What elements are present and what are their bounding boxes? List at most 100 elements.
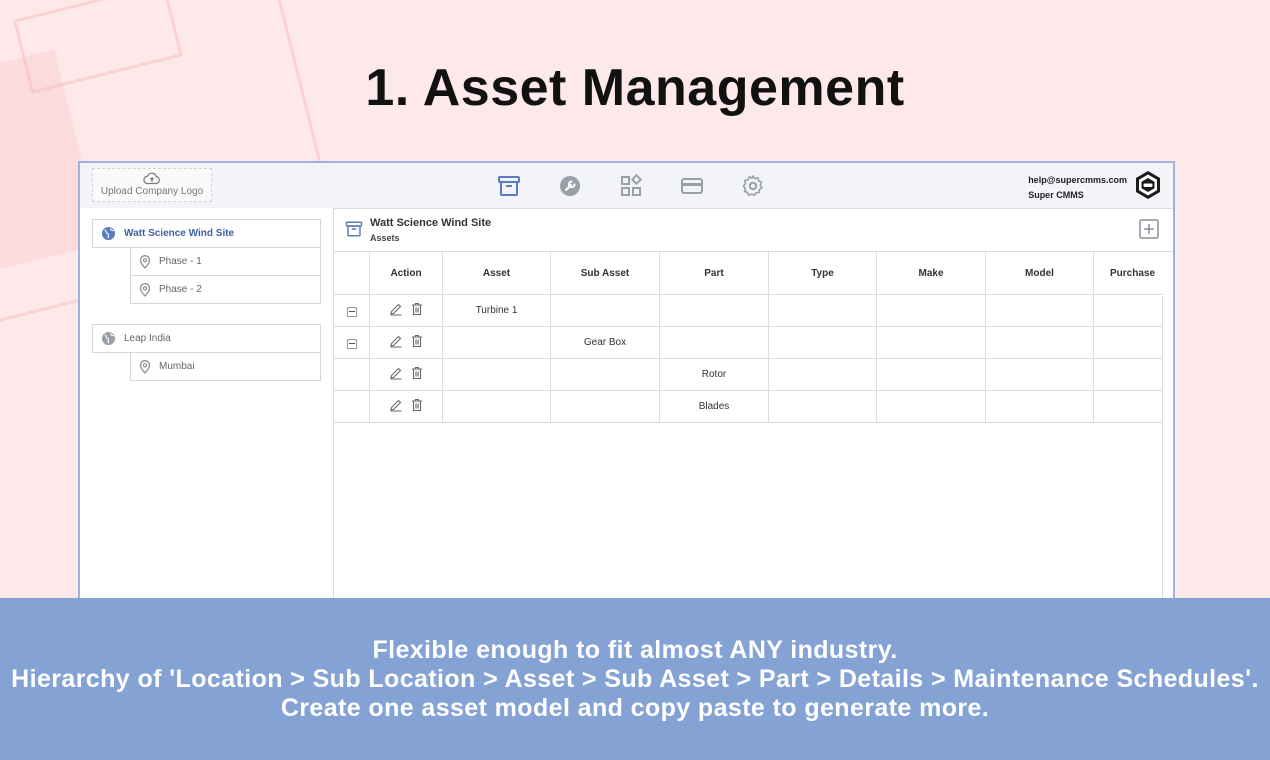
- settings-icon[interactable]: [740, 173, 766, 199]
- sub-asset-cell[interactable]: [550, 294, 660, 327]
- sub-location-label: Mumbai: [159, 361, 195, 372]
- purchase-cell[interactable]: [1093, 326, 1163, 359]
- column-header-type: Type: [768, 251, 877, 295]
- toggle-cell: [333, 358, 370, 391]
- column-header-part: Part: [659, 251, 769, 295]
- purchase-cell[interactable]: [1093, 294, 1163, 327]
- action-cell: [369, 326, 443, 359]
- cloud-upload-icon: [143, 172, 160, 185]
- content-subtitle: Assets: [370, 233, 400, 243]
- location-label: Leap India: [124, 333, 171, 344]
- table-row: Rotor: [333, 358, 1163, 391]
- asset-cell[interactable]: [442, 358, 551, 391]
- content-header: Watt Science Wind Site Assets: [333, 208, 1173, 252]
- billing-icon[interactable]: [679, 173, 705, 199]
- location-pin-icon: [139, 282, 151, 297]
- part-cell[interactable]: Rotor: [659, 358, 769, 391]
- assets-panel: Watt Science Wind Site Assets Action Ass…: [333, 208, 1173, 629]
- add-asset-button[interactable]: [1139, 219, 1159, 239]
- asset-cell[interactable]: [442, 326, 551, 359]
- purchase-cell[interactable]: [1093, 358, 1163, 391]
- edit-icon[interactable]: [389, 366, 403, 380]
- part-cell[interactable]: [659, 326, 769, 359]
- model-cell[interactable]: [985, 294, 1094, 327]
- sub-location-label: Phase - 2: [159, 284, 202, 295]
- location-group: Watt Science Wind Site Phase - 1 Phase -…: [92, 219, 321, 304]
- model-cell[interactable]: [985, 390, 1094, 423]
- location-sidebar: Watt Science Wind Site Phase - 1 Phase -…: [80, 208, 334, 629]
- make-cell[interactable]: [876, 390, 986, 423]
- column-header-make: Make: [876, 251, 986, 295]
- delete-icon[interactable]: [411, 398, 423, 412]
- globe-icon: [101, 226, 116, 241]
- location-pin-icon: [139, 359, 151, 374]
- column-header-asset: Asset: [442, 251, 551, 295]
- edit-icon[interactable]: [389, 302, 403, 316]
- edit-icon[interactable]: [389, 398, 403, 412]
- purchase-cell[interactable]: [1093, 390, 1163, 423]
- content-title: Watt Science Wind Site: [370, 217, 492, 229]
- assets-icon[interactable]: [496, 173, 522, 199]
- app-window: Upload Company Logo help@supercmms.com S…: [78, 161, 1175, 631]
- upload-logo-button[interactable]: Upload Company Logo: [92, 168, 212, 202]
- sub-location-label: Phase - 1: [159, 256, 202, 267]
- table-row: Gear Box: [333, 326, 1163, 359]
- model-cell[interactable]: [985, 326, 1094, 359]
- asset-table-container: Action Asset Sub Asset Part Type Make Mo…: [333, 251, 1163, 423]
- asset-cell[interactable]: [442, 390, 551, 423]
- location-item-watt-science-wind-site[interactable]: Watt Science Wind Site: [92, 219, 321, 248]
- sub-location-item-mumbai[interactable]: Mumbai: [130, 352, 321, 381]
- column-header-toggle: [333, 251, 370, 295]
- location-group: Leap India Mumbai: [92, 324, 321, 381]
- assets-icon: [345, 221, 363, 237]
- page-title: 1. Asset Management: [365, 59, 905, 117]
- collapse-toggle-icon[interactable]: [346, 338, 357, 349]
- type-cell[interactable]: [768, 358, 877, 391]
- type-cell[interactable]: [768, 326, 877, 359]
- sub-asset-cell[interactable]: Gear Box: [550, 326, 660, 359]
- main-nav: [496, 173, 801, 199]
- delete-icon[interactable]: [411, 302, 423, 316]
- account-email: help@supercmms.com: [1028, 175, 1127, 185]
- asset-cell[interactable]: Turbine 1: [442, 294, 551, 327]
- delete-icon[interactable]: [411, 366, 423, 380]
- toggle-cell: [333, 294, 370, 327]
- part-cell[interactable]: [659, 294, 769, 327]
- column-header-action: Action: [369, 251, 443, 295]
- make-cell[interactable]: [876, 358, 986, 391]
- part-cell[interactable]: Blades: [659, 390, 769, 423]
- feature-banner: Flexible enough to fit almost ANY indust…: [0, 598, 1270, 760]
- top-bar: Upload Company Logo help@supercmms.com S…: [80, 163, 1173, 209]
- upload-logo-label: Upload Company Logo: [100, 186, 204, 197]
- table-scroll-edge: [1162, 296, 1163, 629]
- column-header-purchase: Purchase: [1093, 251, 1163, 295]
- edit-icon[interactable]: [389, 334, 403, 348]
- toggle-cell: [333, 326, 370, 359]
- globe-icon: [101, 331, 116, 346]
- toggle-cell: [333, 390, 370, 423]
- type-cell[interactable]: [768, 294, 877, 327]
- make-cell[interactable]: [876, 294, 986, 327]
- location-item-leap-india[interactable]: Leap India: [92, 324, 321, 353]
- sub-asset-cell[interactable]: [550, 390, 660, 423]
- wrench-icon[interactable]: [557, 173, 583, 199]
- column-header-model: Model: [985, 251, 1094, 295]
- banner-line-2: Hierarchy of 'Location > Sub Location > …: [11, 665, 1259, 693]
- type-cell[interactable]: [768, 390, 877, 423]
- delete-icon[interactable]: [411, 334, 423, 348]
- make-cell[interactable]: [876, 326, 986, 359]
- model-cell[interactable]: [985, 358, 1094, 391]
- account-name: Super CMMS: [1028, 190, 1084, 200]
- action-cell: [369, 358, 443, 391]
- sub-asset-cell[interactable]: [550, 358, 660, 391]
- collapse-toggle-icon[interactable]: [346, 306, 357, 317]
- modules-icon[interactable]: [618, 173, 644, 199]
- table-header-row: Action Asset Sub Asset Part Type Make Mo…: [333, 251, 1163, 295]
- location-label: Watt Science Wind Site: [124, 228, 235, 239]
- banner-line-1: Flexible enough to fit almost ANY indust…: [372, 636, 898, 664]
- brand-avatar-icon[interactable]: [1133, 170, 1163, 200]
- table-row: Turbine 1: [333, 294, 1163, 327]
- sub-location-item-phase-1[interactable]: Phase - 1: [130, 247, 321, 276]
- action-cell: [369, 390, 443, 423]
- sub-location-item-phase-2[interactable]: Phase - 2: [130, 275, 321, 304]
